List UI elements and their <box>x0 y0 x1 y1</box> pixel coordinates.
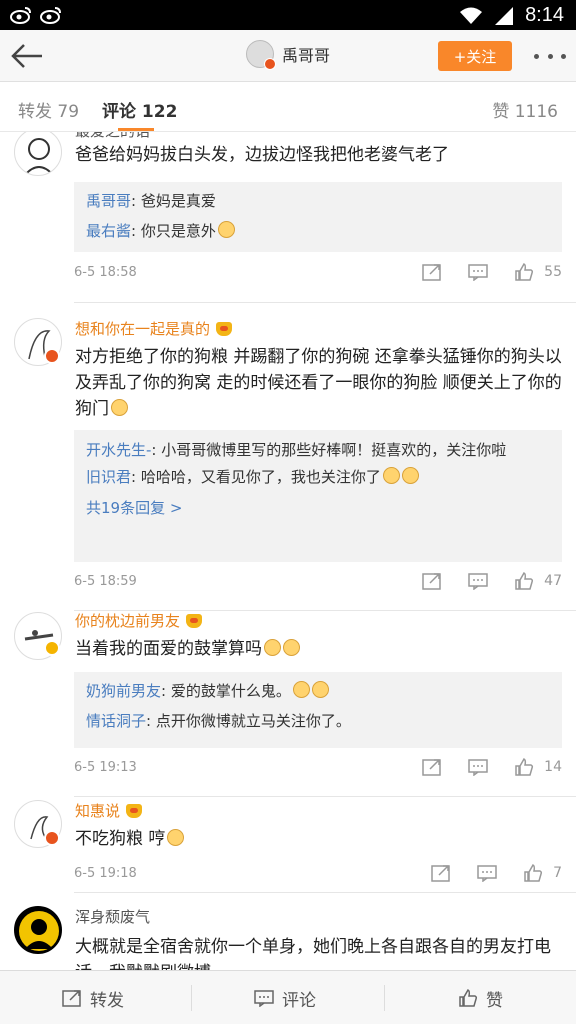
follow-button[interactable]: +关注 <box>438 41 512 71</box>
emoji-icon <box>311 681 329 698</box>
avatar[interactable] <box>246 40 276 70</box>
weibo-notification-icon <box>40 7 61 24</box>
comment-text: 不吃狗粮 哼 <box>75 826 563 852</box>
tab-bar: 转发 79 评论 122 赞 1116 <box>0 82 576 132</box>
repost-icon[interactable] <box>414 260 450 284</box>
emoji-icon <box>167 829 185 846</box>
comment-time: 6-5 19:18 <box>74 866 137 881</box>
reply-item: 禹哥哥: 爸妈是真爱 <box>86 192 216 210</box>
like-icon[interactable] <box>506 260 542 284</box>
comment-actions: 7 <box>413 861 562 885</box>
like-count: 7 <box>553 865 562 881</box>
emoji-icon <box>111 399 128 416</box>
comment-actions: 14 <box>404 755 562 779</box>
reply-box[interactable]: 禹哥哥: 爸妈是真爱 最右酱: 你只是意外 <box>74 182 562 252</box>
comment-username[interactable]: 知惠说 <box>75 800 143 821</box>
comment-username[interactable]: 最爱之的话 <box>75 132 150 141</box>
tab-reposts[interactable]: 转发 79 <box>18 97 79 122</box>
repost-icon[interactable] <box>414 755 450 779</box>
emoji-icon <box>217 221 235 238</box>
like-icon[interactable] <box>506 755 542 779</box>
cellular-signal-icon <box>495 6 514 25</box>
repost-icon <box>62 990 81 1007</box>
status-bar: 8:14 <box>0 0 576 30</box>
divider <box>191 985 192 1011</box>
comment-list[interactable]: 最爱之的话 爸爸给妈妈拔白头发，边拔边怪我把他老婆气老了 禹哥哥: 爸妈是真爱 … <box>0 132 576 970</box>
reply-item: 情话洞子: 点开你微博就立马关注你了。 <box>86 712 351 730</box>
like-button[interactable]: 赞 <box>458 971 503 1024</box>
member-crown-icon <box>126 803 143 818</box>
bottom-action-bar: 转发 评论 赞 <box>0 970 576 1024</box>
repost-icon[interactable] <box>414 569 450 593</box>
comment-icon[interactable] <box>469 861 505 885</box>
like-icon[interactable] <box>515 861 551 885</box>
avatar[interactable] <box>14 132 62 176</box>
comment-text: 爸爸给妈妈拔白头发，边拔边怪我把他老婆气老了 <box>75 145 449 165</box>
comment-time: 6-5 18:58 <box>74 265 137 280</box>
divider <box>74 796 576 797</box>
member-crown-icon <box>216 321 233 336</box>
more-replies-link[interactable]: 共19条回复 > <box>86 492 550 524</box>
avatar[interactable] <box>14 906 62 954</box>
tab-comments[interactable]: 评论 122 <box>102 97 177 122</box>
comment-icon <box>254 990 274 1007</box>
comment-time: 6-5 18:59 <box>74 574 137 589</box>
emoji-icon <box>401 467 419 484</box>
comment-username[interactable]: 想和你在一起是真的 <box>75 318 233 339</box>
clock: 8:14 <box>525 4 564 26</box>
emoji-icon <box>292 681 310 698</box>
comment-username[interactable]: 浑身颓废气 <box>75 906 150 927</box>
comment-actions: 55 <box>404 260 562 284</box>
divider <box>74 302 576 303</box>
comment-button[interactable]: 评论 <box>254 971 316 1024</box>
reply-item: 最右酱: 你只是意外 <box>86 216 550 246</box>
reply-box[interactable]: 奶狗前男友: 爱的鼓掌什么鬼。 情话洞子: 点开你微博就立马关注你了。 <box>74 672 562 748</box>
verified-badge-icon <box>264 58 276 70</box>
reply-box[interactable]: 开水先生-: 小哥哥微博里写的那些好棒啊！挺喜欢的，关注你啦 旧识君: 哈哈哈，… <box>74 430 562 562</box>
repost-button[interactable]: 转发 <box>62 971 124 1024</box>
like-count: 47 <box>544 573 562 589</box>
back-arrow-icon[interactable] <box>10 42 44 70</box>
comment-time: 6-5 19:13 <box>74 760 137 775</box>
comment-icon[interactable] <box>460 755 496 779</box>
divider <box>74 892 576 893</box>
verified-badge-icon <box>44 830 60 846</box>
member-crown-icon <box>186 613 203 628</box>
verified-badge-icon <box>44 640 60 656</box>
reply-item: 旧识君: 哈哈哈，又看见你了，我也关注你了 <box>86 462 550 492</box>
like-icon[interactable] <box>506 569 542 593</box>
wifi-icon <box>460 7 483 24</box>
reply-item: 开水先生-: 小哥哥微博里写的那些好棒啊！挺喜欢的，关注你啦 <box>86 441 507 459</box>
weibo-notification-icon <box>10 7 31 24</box>
nav-bar: 禹哥哥 +关注 <box>0 30 576 82</box>
like-count: 55 <box>544 264 562 280</box>
like-icon <box>459 989 478 1007</box>
more-options-icon[interactable] <box>534 44 566 68</box>
comment-username[interactable]: 你的枕边前男友 <box>75 610 203 631</box>
comment-icon[interactable] <box>460 569 496 593</box>
comment-text: 对方拒绝了你的狗粮 并踢翻了你的狗碗 还拿拳头猛锤你的狗头以及弄乱了你的狗窝 走… <box>75 347 562 419</box>
page-title: 禹哥哥 <box>282 46 331 65</box>
reply-item: 奶狗前男友: 爱的鼓掌什么鬼。 <box>86 676 550 706</box>
like-count: 14 <box>544 759 562 775</box>
verified-badge-icon <box>44 348 60 364</box>
emoji-icon <box>283 639 300 656</box>
comment-text: 当着我的面爱的鼓掌算吗 <box>75 636 563 662</box>
comment-icon[interactable] <box>460 260 496 284</box>
tab-indicator <box>118 128 154 131</box>
comment-text: 大概就是全宿舍就你一个单身，她们晚上各自跟各自的男友打电话，我默默刷微博 <box>75 937 551 970</box>
tab-likes[interactable]: 赞 1116 <box>492 97 558 122</box>
comment-actions: 47 <box>404 569 562 593</box>
emoji-icon <box>264 639 281 656</box>
emoji-icon <box>382 467 400 484</box>
profile-header[interactable]: 禹哥哥 <box>246 40 331 70</box>
repost-icon[interactable] <box>423 861 459 885</box>
divider <box>384 985 385 1011</box>
